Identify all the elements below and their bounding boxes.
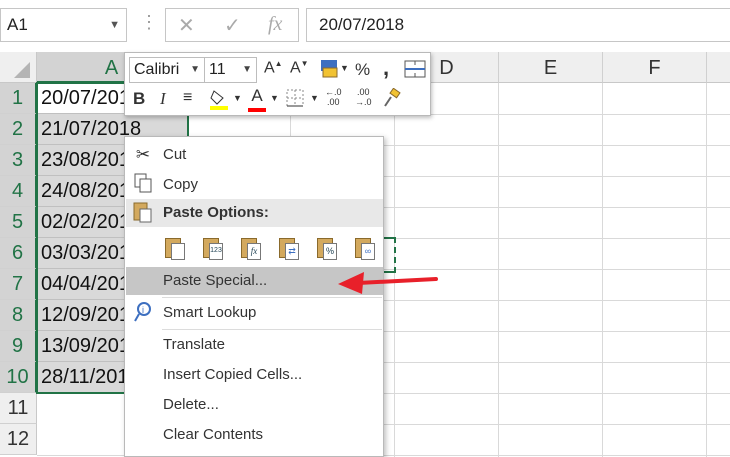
- row-header-11[interactable]: 11: [0, 393, 37, 424]
- formula-bar-grip-icon[interactable]: ⋮: [140, 12, 158, 33]
- grid-line: [498, 83, 499, 457]
- row-header-3[interactable]: 3: [0, 145, 37, 176]
- menu-item-copy[interactable]: Copy: [126, 171, 383, 199]
- chevron-down-icon[interactable]: ▼: [233, 93, 242, 103]
- insert-function-icon[interactable]: fx: [268, 13, 282, 36]
- paste-formatting-icon[interactable]: %: [314, 237, 340, 263]
- enter-icon[interactable]: ✓: [224, 13, 241, 38]
- chevron-down-icon[interactable]: ▼: [340, 63, 349, 73]
- formula-bar: A1 ▼ ⋮ ✕ ✓ fx 20/07/2018: [0, 0, 730, 53]
- percent-style-button[interactable]: %: [355, 60, 370, 80]
- context-menu: ✂ Cut Copy Paste Options: 123 fx ⇄ % ∞ P…: [124, 136, 384, 457]
- svg-text:i: i: [142, 305, 144, 315]
- menu-item-label: Paste Options:: [163, 204, 269, 221]
- column-header-e[interactable]: E: [499, 52, 603, 83]
- row-header-2[interactable]: 2: [0, 114, 37, 145]
- menu-item-label: Insert Copied Cells...: [163, 366, 303, 383]
- increase-font-letter: A: [264, 59, 275, 77]
- paste-formulas-icon[interactable]: fx: [238, 237, 264, 263]
- increase-decimal-icon[interactable]: ←.0.00: [325, 87, 342, 107]
- decrease-decimal-icon[interactable]: .00 →.0: [355, 87, 372, 107]
- row-header-12[interactable]: 12: [0, 424, 37, 455]
- paste-transpose-icon[interactable]: ⇄: [276, 237, 302, 263]
- chevron-down-icon[interactable]: ▼: [109, 9, 120, 41]
- menu-item-clear-contents[interactable]: Clear Contents: [126, 421, 383, 449]
- menu-item-label: Copy: [163, 176, 199, 193]
- formula-input[interactable]: 20/07/2018: [306, 8, 730, 42]
- menu-item-cut[interactable]: ✂ Cut: [126, 141, 383, 169]
- font-size-value: 11: [209, 61, 226, 78]
- copy-icon: [131, 173, 155, 197]
- smart-lookup-icon: i: [131, 301, 155, 325]
- row-header-5[interactable]: 5: [0, 207, 37, 238]
- menu-item-label: Delete...: [163, 396, 219, 413]
- font-color-letter: A: [251, 86, 263, 105]
- fill-color-icon[interactable]: [208, 87, 230, 116]
- paste-link-icon[interactable]: ∞: [352, 237, 378, 263]
- row-header-9[interactable]: 9: [0, 331, 37, 362]
- font-name-combo[interactable]: Calibri ▼: [129, 57, 205, 83]
- scissors-icon: ✂: [135, 145, 151, 164]
- italic-button[interactable]: I: [160, 89, 166, 109]
- menu-item-translate[interactable]: Translate: [126, 331, 383, 359]
- paste-values-icon[interactable]: 123: [200, 237, 226, 263]
- chevron-down-icon[interactable]: ▼: [190, 58, 200, 82]
- row-header-6[interactable]: 6: [0, 238, 37, 269]
- menu-item-label: Cut: [163, 146, 187, 163]
- menu-item-label: Translate: [163, 336, 225, 353]
- font-size-combo[interactable]: 11 ▼: [204, 57, 257, 83]
- formula-buttons: ✕ ✓ fx: [165, 8, 299, 42]
- comma-style-button[interactable]: ,: [383, 55, 389, 81]
- name-box[interactable]: A1 ▼: [0, 8, 127, 42]
- row-header-10[interactable]: 10: [0, 362, 37, 393]
- select-all-button[interactable]: [0, 52, 37, 83]
- bold-button[interactable]: B: [133, 89, 145, 109]
- chevron-down-icon[interactable]: ▼: [242, 58, 252, 82]
- menu-separator: [162, 297, 382, 298]
- row-header-4[interactable]: 4: [0, 176, 37, 207]
- align-center-icon[interactable]: ≡: [183, 89, 192, 107]
- increase-font-size-icon[interactable]: A▲: [264, 59, 283, 77]
- format-painter-icon[interactable]: [381, 87, 401, 113]
- borders-icon[interactable]: [285, 88, 305, 113]
- paste-icon[interactable]: [162, 237, 188, 263]
- menu-separator: [162, 329, 382, 330]
- row-header-1[interactable]: 1: [0, 83, 37, 114]
- decrease-font-size-icon[interactable]: A▼: [290, 59, 309, 77]
- paste-options-header: Paste Options:: [126, 199, 383, 227]
- chevron-down-icon[interactable]: ▼: [310, 93, 319, 103]
- grid-line: [602, 83, 603, 457]
- font-name-value: Calibri: [134, 61, 180, 78]
- menu-item-label: Smart Lookup: [163, 304, 257, 321]
- column-header-g[interactable]: [707, 52, 730, 83]
- menu-item-delete[interactable]: Delete...: [126, 391, 383, 419]
- chevron-down-icon[interactable]: ▼: [270, 93, 279, 103]
- cancel-icon[interactable]: ✕: [178, 13, 195, 38]
- menu-item-label: Paste Special...: [163, 272, 268, 289]
- font-color-icon[interactable]: A: [247, 86, 267, 112]
- merge-center-icon[interactable]: [404, 58, 426, 85]
- mini-toolbar: Calibri ▼ 11 ▼ A▲ A▼ ▼ % , B I ≡ ▼ A ▼ ▼ ←…: [124, 52, 431, 116]
- paste-icon: [131, 201, 155, 225]
- name-box-value: A1: [7, 15, 28, 34]
- red-arrow-annotation: [338, 272, 438, 294]
- menu-item-insert-copied-cells[interactable]: Insert Copied Cells...: [126, 361, 383, 389]
- row-header-8[interactable]: 8: [0, 300, 37, 331]
- grid-line: [706, 83, 707, 457]
- menu-item-label: Clear Contents: [163, 426, 264, 443]
- column-header-f[interactable]: F: [603, 52, 707, 83]
- decrease-font-letter: A: [290, 59, 301, 77]
- menu-item-smart-lookup[interactable]: i Smart Lookup: [126, 299, 383, 327]
- row-header-7[interactable]: 7: [0, 269, 37, 300]
